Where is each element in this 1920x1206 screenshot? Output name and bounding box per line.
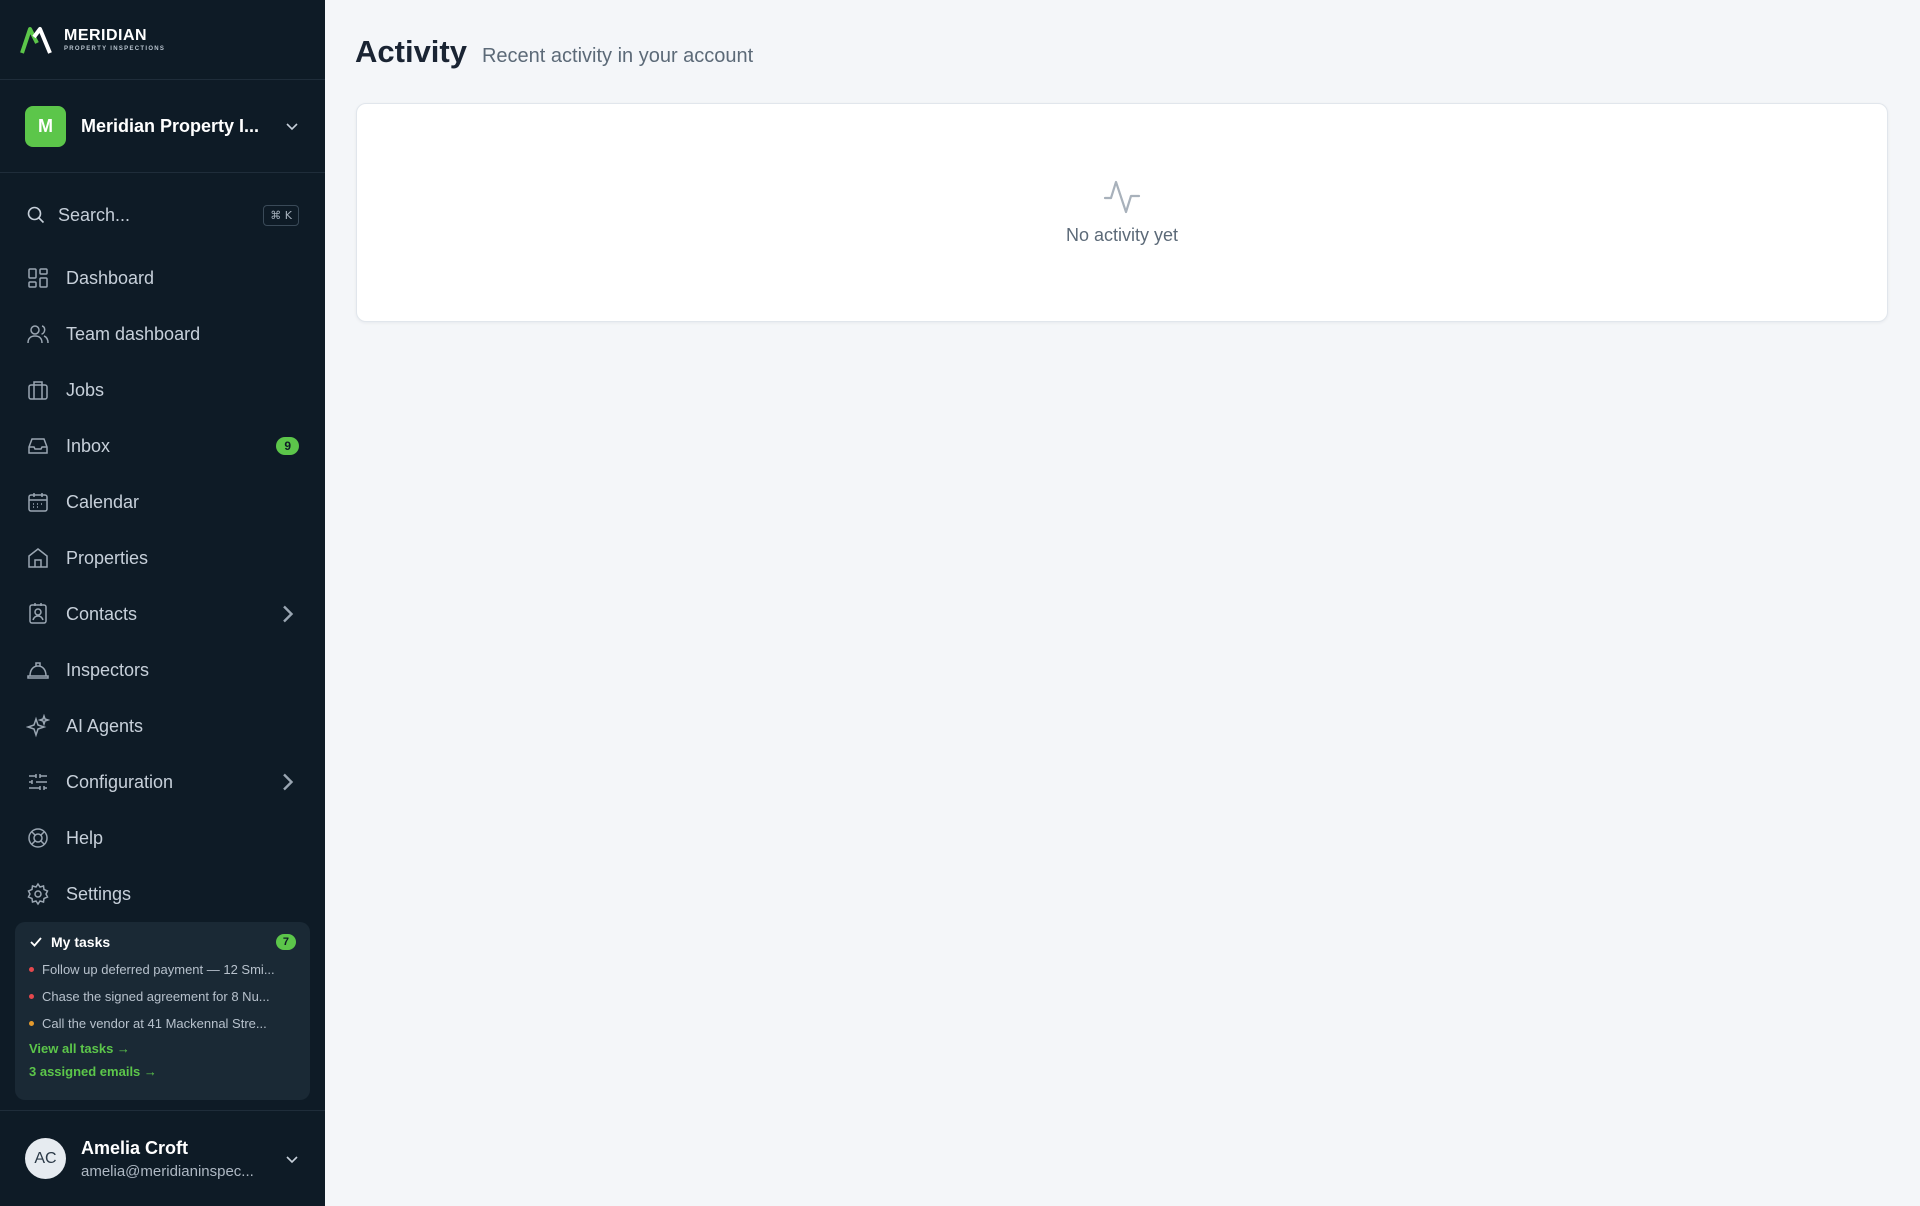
sidebar-item-contacts[interactable]: Contacts [0, 586, 325, 642]
users-icon [27, 325, 49, 344]
sidebar-item-label: Team dashboard [66, 323, 201, 344]
brand-name: MERIDIAN [64, 26, 148, 44]
sidebar: MERIDIAN PROPERTY INSPECTIONS M Meridian… [0, 0, 325, 1206]
priority-dot [29, 967, 34, 972]
sidebar-item-label: Inspectors [66, 659, 150, 680]
chevron-right-icon [283, 773, 294, 791]
page-subtitle: Recent activity in your account [481, 45, 754, 67]
inbox-count-badge: 9 [276, 437, 299, 455]
check-icon [30, 937, 42, 947]
activity-icon [1103, 180, 1141, 214]
sidebar-item-label: AI Agents [66, 715, 144, 736]
sidebar-item-label: Properties [66, 547, 149, 568]
brand-logo[interactable]: MERIDIAN PROPERTY INSPECTIONS [0, 0, 325, 80]
sliders-icon [29, 774, 47, 790]
sidebar-item-jobs[interactable]: Jobs [0, 362, 325, 418]
calendar-icon [28, 493, 48, 512]
sidebar-item-dashboard[interactable]: Dashboard [0, 250, 325, 306]
page-title: Activity [355, 34, 467, 69]
tasks-count-badge: 7 [275, 934, 296, 950]
activity-card: No activity yet [356, 103, 1888, 322]
contact-icon [29, 603, 47, 624]
sidebar-item-label: Settings [66, 883, 132, 904]
sidebar-item-label: Help [66, 827, 104, 848]
empty-state: No activity yet [357, 176, 1887, 246]
search-input[interactable]: Search... ⌘ K [0, 198, 325, 232]
task-item[interactable]: Call the vendor at 41 Mackennal Stre... [29, 1016, 296, 1031]
gear-icon [27, 882, 49, 906]
chevron-down-icon[interactable] [284, 1151, 300, 1167]
sidebar-item-help[interactable]: Help [0, 810, 325, 866]
page-header: Activity Recent activity in your account [355, 34, 753, 70]
my-tasks-panel: My tasks 7 Follow up deferred payment — … [15, 922, 310, 1100]
user-email: amelia@meridianinspec... [81, 1162, 254, 1180]
org-avatar: M [25, 105, 66, 147]
user-name: Amelia Croft [81, 1137, 189, 1158]
user-menu[interactable]: AC Amelia Croft amelia@meridianinspec... [0, 1110, 325, 1206]
empty-state-message: No activity yet [1065, 225, 1179, 245]
sidebar-item-label: Configuration [66, 771, 174, 792]
view-all-tasks-link[interactable]: View all tasks → [29, 1041, 296, 1056]
priority-dot [29, 1021, 34, 1026]
task-item[interactable]: Follow up deferred payment — 12 Smi... [29, 962, 296, 977]
sidebar-item-team-dashboard[interactable]: Team dashboard [0, 306, 325, 362]
meridian-logo-icon [20, 26, 52, 54]
inbox-icon [28, 438, 48, 454]
sidebar-item-label: Inbox [66, 435, 111, 456]
chevron-right-icon [283, 605, 294, 623]
sidebar-item-label: Jobs [66, 379, 105, 400]
sidebar-item-configuration[interactable]: Configuration [0, 754, 325, 810]
task-item[interactable]: Chase the signed agreement for 8 Nu... [29, 989, 296, 1004]
search-icon [27, 206, 45, 224]
org-switcher[interactable]: M Meridian Property I... [0, 80, 325, 173]
lifebuoy-icon [28, 828, 48, 848]
task-text: Call the vendor at 41 Mackennal Stre... [42, 1016, 267, 1031]
avatar: AC [25, 1138, 66, 1179]
sparkles-icon [26, 714, 50, 738]
sidebar-item-settings[interactable]: Settings [0, 866, 325, 922]
chevron-down-icon[interactable] [284, 118, 300, 134]
sidebar-item-label: Contacts [66, 603, 138, 624]
org-name: Meridian Property I... [81, 115, 260, 136]
sidebar-item-label: Dashboard [66, 267, 155, 288]
search-placeholder: Search... [58, 204, 131, 225]
hard-hat-icon [27, 662, 49, 679]
dashboard-icon [28, 268, 48, 288]
my-tasks-title: My tasks [51, 934, 111, 950]
sidebar-item-inbox[interactable]: Inbox 9 [0, 418, 325, 474]
task-text: Chase the signed agreement for 8 Nu... [42, 989, 270, 1004]
sidebar-item-ai-agents[interactable]: AI Agents [0, 698, 325, 754]
priority-dot [29, 994, 34, 999]
sidebar-item-label: Calendar [66, 491, 140, 512]
home-icon [28, 548, 48, 568]
assigned-emails-link[interactable]: 3 assigned emails → [29, 1064, 296, 1079]
main-content: Activity Recent activity in your account… [325, 0, 1920, 1206]
sidebar-item-inspectors[interactable]: Inspectors [0, 642, 325, 698]
sidebar-item-calendar[interactable]: Calendar [0, 474, 325, 530]
main-nav: Dashboard Team dashboard Jobs Inbox 9 Ca… [0, 250, 325, 922]
sidebar-item-properties[interactable]: Properties [0, 530, 325, 586]
task-text: Follow up deferred payment — 12 Smi... [42, 962, 275, 977]
search-shortcut: ⌘ K [263, 204, 299, 226]
briefcase-icon [28, 381, 48, 400]
brand-tagline: PROPERTY INSPECTIONS [64, 45, 166, 52]
